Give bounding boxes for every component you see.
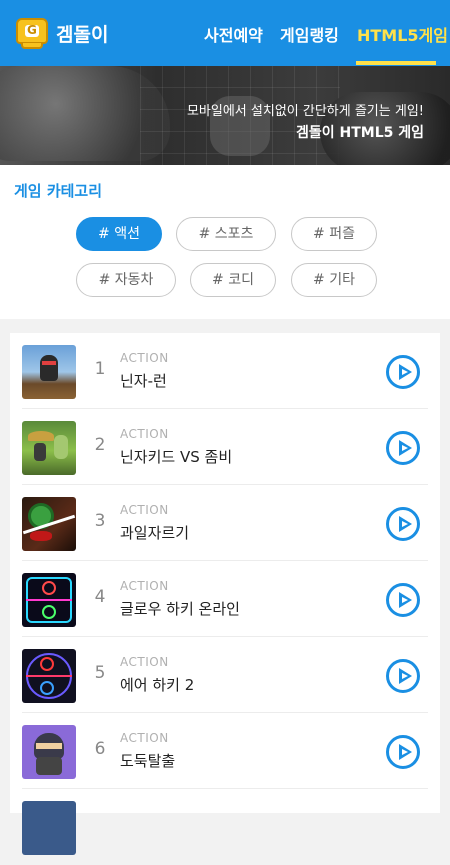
play-icon[interactable]: [386, 583, 420, 617]
rank-number: 1: [94, 359, 106, 379]
logo-icon[interactable]: [14, 16, 50, 50]
brand-name[interactable]: 겜돌이: [56, 20, 108, 47]
game-genre: ACTION: [120, 351, 169, 365]
banner-title: 겜돌이 HTML5 게임: [295, 125, 424, 141]
rank-number: 5: [94, 663, 106, 683]
game-thumbnail[interactable]: [22, 573, 76, 627]
game-row[interactable]: 4 ACTION 글로우 하키 온라인: [22, 561, 428, 637]
banner-subtitle: 모바일에서 설치없이 간단하게 즐기는 게임!: [186, 104, 424, 119]
chip-coordi[interactable]: # 코디: [190, 263, 276, 297]
category-title: 게임 카테고리: [14, 182, 103, 200]
game-row[interactable]: 1 ACTION 닌자-런: [22, 333, 428, 409]
game-row[interactable]: 6 ACTION 도둑탈출: [22, 713, 428, 789]
game-row[interactable]: 5 ACTION 에어 하키 2: [22, 637, 428, 713]
nav-html5-games[interactable]: HTML5게임: [357, 22, 448, 46]
game-title[interactable]: 에어 하키 2: [120, 674, 194, 695]
nav-preorder[interactable]: 사전예약: [204, 22, 263, 46]
game-row[interactable]: 3 ACTION 과일자르기: [22, 485, 428, 561]
game-genre: ACTION: [120, 579, 169, 593]
game-genre: ACTION: [120, 731, 169, 745]
game-thumbnail[interactable]: [22, 801, 76, 855]
nav-ranking[interactable]: 게임랭킹: [280, 22, 339, 46]
chip-car[interactable]: # 자동차: [76, 263, 176, 297]
play-icon[interactable]: [386, 431, 420, 465]
game-title[interactable]: 닌자키드 VS 좀비: [120, 446, 232, 467]
game-thumbnail[interactable]: [22, 345, 76, 399]
game-title[interactable]: 도둑탈출: [120, 750, 175, 771]
promo-banner: 모바일에서 설치없이 간단하게 즐기는 게임! 겜돌이 HTML5 게임: [0, 66, 450, 165]
category-section: 게임 카테고리 # 액션 # 스포츠 # 퍼즐 # 자동차 # 코디 # 기타: [0, 165, 450, 319]
chip-puzzle[interactable]: # 퍼즐: [291, 217, 377, 251]
game-row[interactable]: 2 ACTION 닌자키드 VS 좀비: [22, 409, 428, 485]
chip-action[interactable]: # 액션: [76, 217, 162, 251]
game-list: 1 ACTION 닌자-런 2 ACTION 닌자키드 VS 좀비 3 ACTI…: [10, 333, 440, 855]
play-icon[interactable]: [386, 507, 420, 541]
play-icon[interactable]: [386, 659, 420, 693]
rank-number: 4: [94, 587, 106, 607]
game-row[interactable]: [22, 789, 428, 865]
chip-etc[interactable]: # 기타: [291, 263, 377, 297]
game-title[interactable]: 닌자-런: [120, 370, 167, 391]
rank-number: 2: [94, 435, 106, 455]
top-header: 겜돌이 사전예약 게임랭킹 HTML5게임: [0, 0, 450, 66]
game-thumbnail[interactable]: [22, 497, 76, 551]
game-thumbnail[interactable]: [22, 649, 76, 703]
chip-sports[interactable]: # 스포츠: [176, 217, 276, 251]
play-icon[interactable]: [386, 735, 420, 769]
game-title[interactable]: 글로우 하키 온라인: [120, 598, 240, 619]
play-icon[interactable]: [386, 355, 420, 389]
rank-number: 3: [94, 511, 106, 531]
active-tab-indicator: [356, 61, 436, 65]
game-title[interactable]: 과일자르기: [120, 522, 189, 543]
game-thumbnail[interactable]: [22, 421, 76, 475]
game-genre: ACTION: [120, 655, 169, 669]
rank-number: 6: [94, 739, 106, 759]
game-genre: ACTION: [120, 503, 169, 517]
game-genre: ACTION: [120, 427, 169, 441]
game-thumbnail[interactable]: [22, 725, 76, 779]
